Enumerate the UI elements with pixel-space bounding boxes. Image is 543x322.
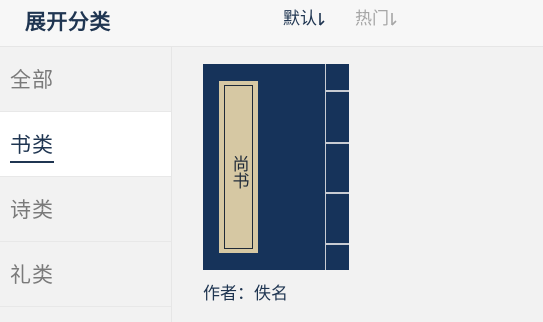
- category-label: 诗类: [10, 198, 54, 222]
- spine-stitch: [326, 90, 349, 92]
- book-title-label: 尚书: [219, 81, 258, 253]
- category-label: 全部: [10, 68, 54, 92]
- spine-stitch: [326, 243, 349, 245]
- spine-stitch: [326, 142, 349, 144]
- category-item-shi[interactable]: 诗类: [0, 177, 171, 242]
- category-item-all[interactable]: 全部: [0, 47, 171, 112]
- sort-down-icon: [390, 11, 397, 27]
- category-label: 书类: [10, 129, 54, 163]
- category-item-shu[interactable]: 书类: [0, 112, 171, 177]
- page-title[interactable]: 展开分类: [25, 6, 111, 36]
- sort-default-button[interactable]: 默认: [283, 8, 325, 30]
- book-list: 尚书 作者：佚名: [172, 47, 543, 322]
- top-bar: 展开分类 默认 热门: [0, 0, 543, 47]
- sort-down-icon: [318, 11, 325, 27]
- book-cover[interactable]: 尚书: [203, 64, 349, 270]
- category-item-li[interactable]: 礼类: [0, 242, 171, 307]
- book-title: 尚书: [228, 155, 249, 189]
- spine-stitch: [326, 192, 349, 194]
- book-title-frame: 尚书: [224, 85, 253, 249]
- sort-default-label: 默认: [283, 9, 317, 29]
- book-spine: [325, 64, 349, 270]
- sort-hot-button[interactable]: 热门: [355, 8, 397, 30]
- book-author: 作者：佚名: [203, 284, 288, 304]
- book-card[interactable]: 尚书 作者：佚名: [203, 64, 349, 304]
- category-sidebar: 全部 书类 诗类 礼类: [0, 47, 172, 322]
- sort-hot-label: 热门: [355, 9, 389, 29]
- category-label: 礼类: [10, 263, 54, 287]
